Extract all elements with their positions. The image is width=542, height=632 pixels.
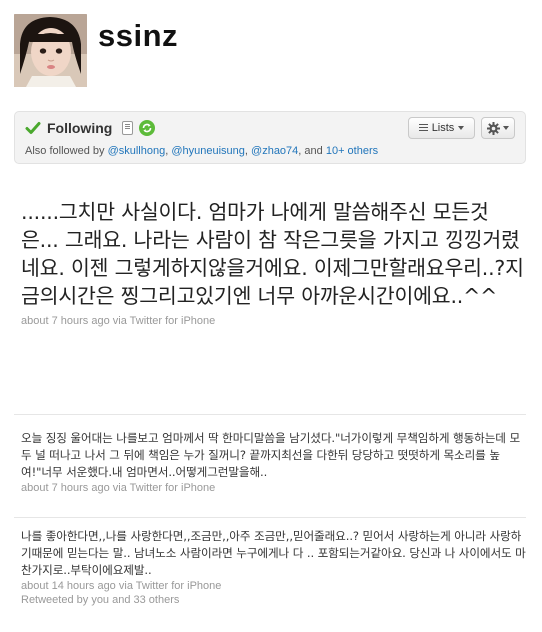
tweet-via: via	[118, 580, 133, 592]
timeline-divider	[14, 414, 526, 415]
tweet-via: via	[112, 482, 127, 494]
follower-link-hyuneuisung[interactable]: @hyuneuisung	[171, 145, 245, 157]
check-icon	[25, 122, 41, 134]
gear-icon	[487, 121, 500, 135]
lists-button[interactable]: Lists	[408, 117, 475, 139]
tweet-timestamp-link[interactable]: about 7 hours ago	[21, 315, 110, 327]
timeline-tweet: 오늘 징징 울어대는 나를보고 엄마께서 딱 한마디말씀을 남기셨다."너가이렇…	[21, 430, 526, 494]
also-followed-and: and	[304, 145, 323, 157]
chevron-down-icon	[503, 126, 509, 130]
profile-header: ssinz	[14, 14, 534, 88]
tweet-source-link[interactable]: Twitter for iPhone	[136, 580, 222, 592]
tweet-text: 오늘 징징 울어대는 나를보고 엄마께서 딱 한마디말씀을 남기셨다."너가이렇…	[21, 431, 521, 479]
tweet-meta: about 7 hours ago via Twitter for iPhone	[21, 315, 526, 327]
tweet-source-link[interactable]: Twitter for iPhone	[130, 482, 216, 494]
also-followed-line: Also followed by @skullhong, @hyuneuisun…	[25, 145, 379, 157]
timeline-tweet: 나를 좋아한다면,,나를 사랑한다면,,조금만,,아주 조금만,,믿어줄래요..…	[21, 528, 526, 606]
follow-box: Following Lists Also followed by @skullh…	[14, 111, 526, 164]
tweet-meta: about 14 hours ago via Twitter for iPhon…	[21, 580, 526, 592]
tweet-meta: about 7 hours ago via Twitter for iPhone	[21, 482, 526, 494]
follower-link-skullhong[interactable]: @skullhong	[108, 145, 166, 157]
featured-tweet-text: ......그치만 사실이다. 엄마가 나에게 말씀해주신 모든것은... 그래…	[21, 200, 524, 308]
also-followed-prefix: Also followed by	[25, 145, 105, 157]
featured-tweet: ......그치만 사실이다. 엄마가 나에게 말씀해주신 모든것은... 그래…	[21, 198, 526, 327]
chevron-down-icon	[458, 126, 465, 130]
lists-label: Lists	[431, 122, 455, 134]
tweet-timestamp-link[interactable]: about 14 hours ago	[21, 580, 116, 592]
retweet-arrows-icon	[143, 123, 152, 133]
timeline-divider	[14, 517, 526, 518]
lists-icon	[418, 124, 428, 132]
user-actions-button[interactable]	[481, 117, 515, 139]
retweeted-by-link[interactable]: Retweeted by you and 33 others	[21, 594, 526, 606]
follower-link-others[interactable]: 10+ others	[326, 145, 378, 157]
profile-photo-icon	[14, 14, 87, 87]
device-notification-icon[interactable]	[122, 121, 134, 135]
following-status[interactable]: Following	[25, 120, 156, 136]
profile-username: ssinz	[98, 18, 179, 53]
tweet-source-link[interactable]: Twitter for iPhone	[130, 315, 216, 327]
retweets-toggle-icon[interactable]	[139, 120, 156, 136]
tweet-via: via	[112, 315, 127, 327]
tweet-timestamp-link[interactable]: about 7 hours ago	[21, 482, 110, 494]
tweet-text: 나를 좋아한다면,,나를 사랑한다면,,조금만,,아주 조금만,,믿어줄래요..…	[21, 529, 526, 577]
avatar[interactable]	[14, 14, 87, 87]
following-label: Following	[47, 120, 113, 136]
follower-link-zhao74[interactable]: @zhao74	[251, 145, 298, 157]
